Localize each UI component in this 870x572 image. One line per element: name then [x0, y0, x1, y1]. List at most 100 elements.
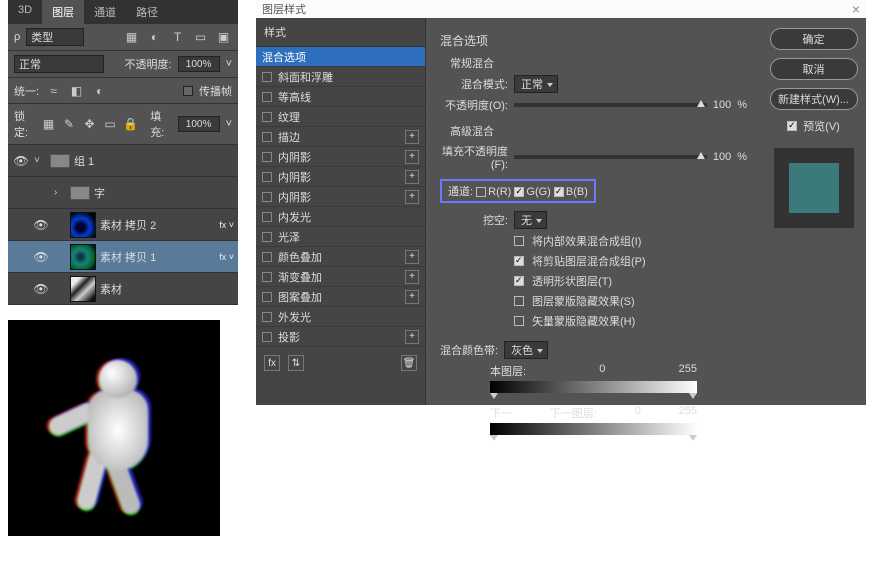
unify-icon-1[interactable]: ≈ [45, 82, 62, 99]
layer-name[interactable]: 组 1 [74, 153, 234, 169]
ok-button[interactable]: 确定 [770, 28, 858, 50]
folder-icon [50, 154, 70, 168]
effect-bevel[interactable]: 斜面和浮雕 [256, 67, 425, 87]
layer-row[interactable]: 👁 ˅ 组 1 [8, 145, 238, 177]
effect-contour[interactable]: 等高线 [256, 87, 425, 107]
effect-satin[interactable]: 光泽 [256, 227, 425, 247]
effect-drop-shadow[interactable]: 投影+ [256, 327, 425, 347]
disclosure-icon[interactable]: › [54, 187, 66, 198]
knockout-select[interactable]: 无 [514, 211, 547, 229]
lock-all-icon[interactable]: 🔒 [123, 116, 138, 133]
blend-mode-select[interactable]: 正常 [514, 75, 558, 93]
lock-trans-icon[interactable]: ▦ [41, 116, 55, 133]
add-effect-icon[interactable]: + [405, 150, 419, 164]
visibility-icon[interactable]: 👁 [32, 218, 50, 232]
add-effect-icon[interactable]: + [405, 330, 419, 344]
trash-icon[interactable]: 🗑 [401, 355, 417, 371]
effect-outer-glow[interactable]: 外发光 [256, 307, 425, 327]
propagate-checkbox[interactable] [183, 86, 193, 96]
effect-inner-shadow[interactable]: 内阴影+ [256, 167, 425, 187]
propagate-label: 传播帧 [199, 83, 232, 99]
lock-pos-icon[interactable]: ✥ [82, 116, 96, 133]
transparency-shapes-checkbox[interactable] [514, 276, 524, 286]
add-effect-icon[interactable]: + [405, 130, 419, 144]
visibility-icon[interactable]: 👁 [12, 154, 30, 168]
layer-name[interactable]: 字 [94, 185, 234, 201]
add-effect-icon[interactable]: + [405, 250, 419, 264]
tab-paths[interactable]: 路径 [126, 0, 168, 24]
add-effect-icon[interactable]: + [405, 270, 419, 284]
blend-if-select[interactable]: 灰色 [504, 341, 548, 359]
layer-name[interactable]: 素材 拷贝 1 [100, 249, 215, 265]
filter-type-icon[interactable]: T [169, 29, 186, 46]
filter-smart-icon[interactable]: ▣ [215, 29, 232, 46]
channel-r-checkbox[interactable] [476, 187, 486, 197]
layer-row[interactable]: › 字 [8, 177, 238, 209]
layer-row[interactable]: 👁 素材 [8, 273, 238, 305]
layer-row[interactable]: 👁 素材 拷贝 2 fx ˅ [8, 209, 238, 241]
add-effect-icon[interactable]: + [405, 170, 419, 184]
blend-clipped-checkbox[interactable] [514, 256, 524, 266]
panel-tabs: 3D 图层 通道 路径 [8, 0, 238, 24]
effect-inner-shadow[interactable]: 内阴影+ [256, 147, 425, 167]
visibility-icon[interactable]: 👁 [32, 250, 50, 264]
tab-3d[interactable]: 3D [8, 0, 42, 24]
blend-mode-select[interactable]: 正常 [14, 55, 104, 73]
unify-icon-2[interactable]: ◧ [68, 82, 85, 99]
filter-kind-select[interactable]: 类型 [26, 28, 84, 46]
layer-name[interactable]: 素材 [100, 281, 234, 297]
effect-inner-glow[interactable]: 内发光 [256, 207, 425, 227]
disclosure-icon[interactable]: ˅ [34, 155, 46, 166]
tab-channels[interactable]: 通道 [84, 0, 126, 24]
close-icon[interactable]: × [852, 1, 860, 17]
layer-mask-hides-checkbox[interactable] [514, 296, 524, 306]
layer-row[interactable]: 👁 素材 拷贝 1 fx ˅ [8, 241, 238, 273]
effect-texture[interactable]: 纹理 [256, 107, 425, 127]
fill-field[interactable] [178, 116, 220, 132]
new-style-button[interactable]: 新建样式(W)... [770, 88, 858, 110]
underlying-gradient[interactable] [490, 423, 697, 435]
opacity-slider[interactable] [514, 103, 707, 107]
opacity-field[interactable] [178, 56, 220, 72]
effect-stroke[interactable]: 描边+ [256, 127, 425, 147]
layer-thumbnail[interactable] [70, 212, 96, 238]
layer-name[interactable]: 素材 拷贝 2 [100, 217, 215, 233]
this-layer-gradient[interactable] [490, 381, 697, 393]
layer-thumbnail[interactable] [70, 276, 96, 302]
effect-blending-options[interactable]: 混合选项 [256, 47, 425, 67]
preview-image [8, 320, 220, 536]
general-blending-label: 常规混合 [450, 55, 747, 71]
vector-mask-hides-checkbox[interactable] [514, 316, 524, 326]
channel-b-checkbox[interactable] [554, 187, 564, 197]
effects-list: 样式 混合选项 斜面和浮雕 等高线 纹理 描边+ 内阴影+ 内阴影+ 内阴影+ … [256, 18, 426, 405]
preview-swatch [774, 148, 854, 228]
filter-pixel-icon[interactable]: ▦ [123, 29, 140, 46]
filter-shape-icon[interactable]: ▭ [192, 29, 209, 46]
blend-interior-checkbox[interactable] [514, 236, 524, 246]
lock-paint-icon[interactable]: ✎ [62, 116, 76, 133]
opacity-label: 不透明度(O): [440, 97, 508, 113]
effect-color-overlay[interactable]: 颜色叠加+ [256, 247, 425, 267]
channel-g-checkbox[interactable] [514, 187, 524, 197]
cancel-button[interactable]: 取消 [770, 58, 858, 80]
layer-thumbnail[interactable] [70, 244, 96, 270]
channels-highlight: 通道: R(R) G(G) B(B) [440, 179, 596, 203]
add-effect-icon[interactable]: + [405, 290, 419, 304]
filter-adjust-icon[interactable]: ◐ [146, 29, 163, 46]
channels-label: 通道: [448, 186, 473, 198]
add-effect-icon[interactable]: + [405, 190, 419, 204]
fx-menu-icon[interactable]: fx [264, 355, 280, 371]
lock-nest-icon[interactable]: ▭ [103, 116, 117, 133]
visibility-icon[interactable]: 👁 [32, 282, 50, 296]
effect-gradient-overlay[interactable]: 渐变叠加+ [256, 267, 425, 287]
preview-checkbox[interactable] [787, 121, 797, 131]
effect-pattern-overlay[interactable]: 图案叠加+ [256, 287, 425, 307]
unify-icon-3[interactable]: ◐ [91, 82, 108, 99]
dialog-title: 图层样式 [262, 1, 306, 17]
fx-badge[interactable]: fx ˅ [219, 252, 234, 262]
effect-inner-shadow[interactable]: 内阴影+ [256, 187, 425, 207]
tab-layers[interactable]: 图层 [42, 0, 84, 24]
up-down-icon[interactable]: ⇅ [288, 355, 304, 371]
fill-opacity-slider[interactable] [514, 155, 707, 159]
fx-badge[interactable]: fx ˅ [219, 220, 234, 230]
